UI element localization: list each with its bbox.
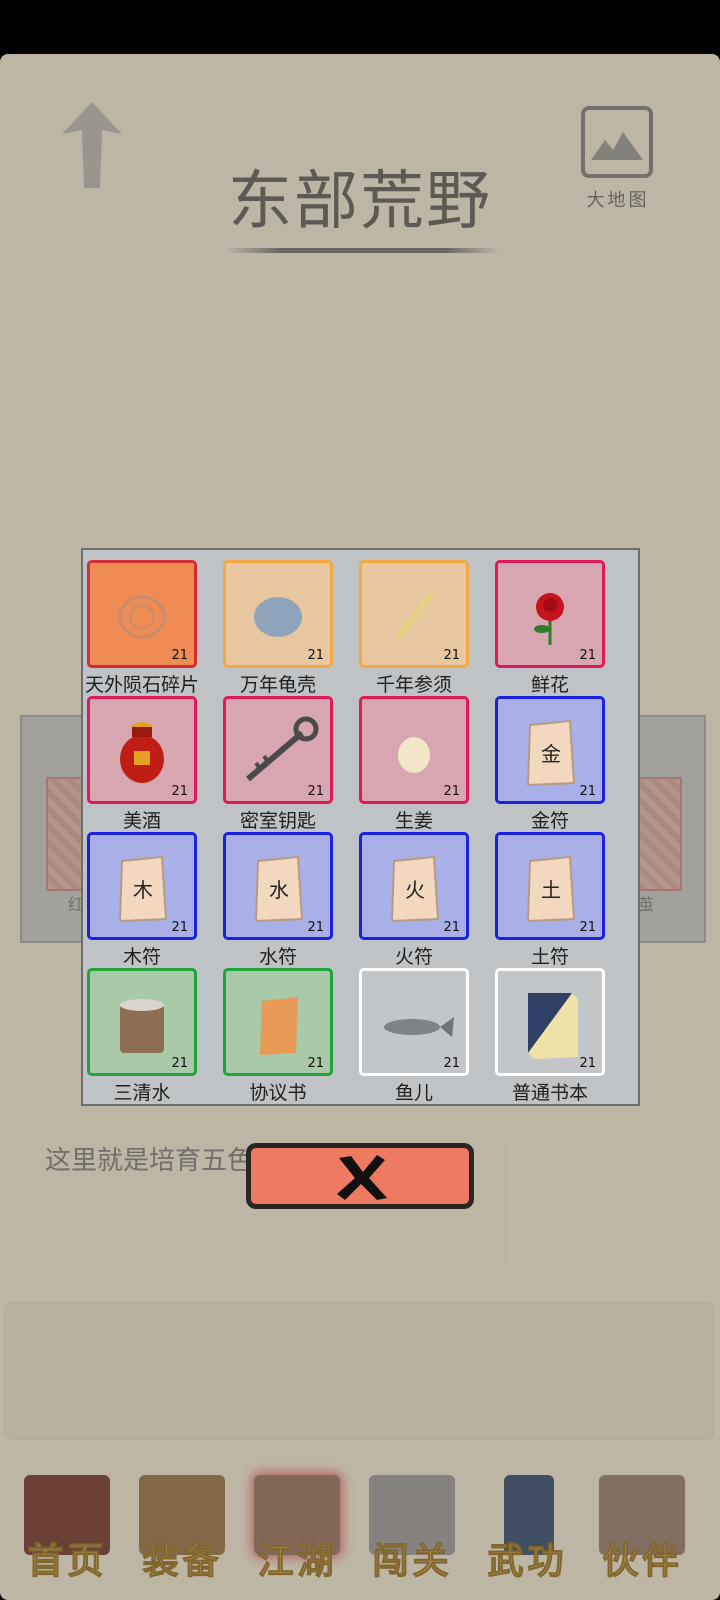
item-card: 21 (359, 968, 469, 1076)
item-count: 21 (579, 920, 596, 935)
inventory-item[interactable]: 21 普通书本 (495, 962, 605, 1104)
inventory-item[interactable]: 21 千年参须 (359, 554, 469, 696)
item-count: 21 (443, 784, 460, 799)
inventory-item[interactable]: 21 协议书 (223, 962, 333, 1104)
inventory-item[interactable]: 土 21 土符 (495, 826, 605, 968)
item-count: 21 (171, 920, 188, 935)
inventory-popup[interactable]: 21 天外陨石碎片 21 万年龟壳 21 千年参须 21 鲜花 21 美酒 21 密室钥匙 21 生姜 金 2… (81, 548, 640, 1106)
item-count: 21 (307, 1056, 324, 1071)
item-count: 21 (171, 1056, 188, 1071)
item-card (359, 1104, 469, 1106)
item-count: 21 (171, 784, 188, 799)
inventory-item[interactable]: 水 21 水符 (223, 826, 333, 968)
item-card: 21 (359, 560, 469, 668)
item-count: 21 (579, 648, 596, 663)
svg-text:火: 火 (405, 878, 425, 902)
status-bar (0, 0, 720, 54)
svg-text:木: 木 (133, 878, 153, 902)
item-card: 21 (495, 560, 605, 668)
item-count: 21 (579, 784, 596, 799)
inventory-item[interactable]: 火 21 火符 (359, 826, 469, 968)
item-count: 21 (307, 920, 324, 935)
item-count: 21 (443, 648, 460, 663)
item-card: 21 (87, 968, 197, 1076)
item-card: 水 21 (223, 832, 333, 940)
item-card: 21 (359, 696, 469, 804)
item-card: 土 21 (495, 832, 605, 940)
close-x-icon (337, 1155, 387, 1200)
item-card (87, 1104, 197, 1106)
inventory-item[interactable]: 21 密室钥匙 (223, 690, 333, 832)
item-card: 21 (223, 696, 333, 804)
item-card: 21 (87, 696, 197, 804)
item-card: 21 (495, 968, 605, 1076)
svg-text:土: 土 (541, 878, 561, 902)
item-count: 21 (307, 648, 324, 663)
item-count: 21 (443, 920, 460, 935)
item-card: 金 21 (495, 696, 605, 804)
close-button[interactable] (246, 1143, 474, 1209)
svg-text:金: 金 (541, 742, 561, 766)
inventory-item[interactable]: 21 鱼儿 (359, 962, 469, 1104)
inventory-item[interactable] (223, 1098, 333, 1106)
inventory-item[interactable] (359, 1098, 469, 1106)
item-card: 21 (223, 560, 333, 668)
item-count: 21 (443, 1056, 460, 1071)
inventory-item[interactable]: 21 生姜 (359, 690, 469, 832)
item-card (223, 1104, 333, 1106)
inventory-item[interactable] (87, 1098, 197, 1106)
inventory-item[interactable]: 21 三清水 (87, 962, 197, 1104)
item-card: 21 (87, 560, 197, 668)
inventory-item[interactable]: 21 美酒 (87, 690, 197, 832)
item-card: 21 (223, 968, 333, 1076)
inventory-item[interactable]: 21 万年龟壳 (223, 554, 333, 696)
item-card: 火 21 (359, 832, 469, 940)
item-card (495, 1104, 605, 1106)
item-count: 21 (171, 648, 188, 663)
inventory-item[interactable]: 木 21 木符 (87, 826, 197, 968)
inventory-item[interactable]: 金 21 金符 (495, 690, 605, 832)
inventory-item[interactable] (495, 1098, 605, 1106)
item-card: 木 21 (87, 832, 197, 940)
item-count: 21 (307, 784, 324, 799)
inventory-item[interactable]: 21 鲜花 (495, 554, 605, 696)
item-count: 21 (579, 1056, 596, 1071)
svg-text:水: 水 (269, 878, 289, 902)
inventory-item[interactable]: 21 天外陨石碎片 (85, 554, 199, 696)
